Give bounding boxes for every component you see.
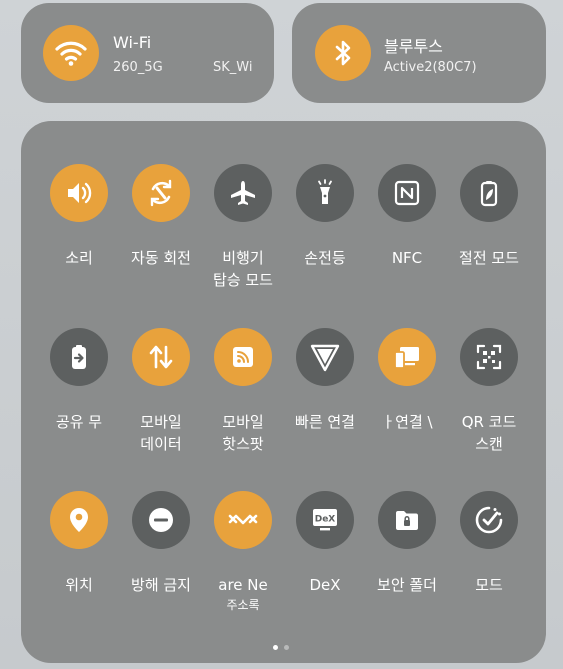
tile-airplane-mode[interactable]: 비행기 탑승 모드 xyxy=(202,164,284,291)
flashlight-icon[interactable] xyxy=(296,164,354,222)
tile-label: 보안 폴더 xyxy=(377,576,437,594)
tile-sound[interactable]: 소리 xyxy=(38,164,120,269)
tile-label: 모바일 핫스팟 xyxy=(222,413,264,453)
tile-mobile-hotspot[interactable]: 모바일 핫스팟 xyxy=(202,328,284,455)
tile-flashlight[interactable]: 손전등 xyxy=(284,164,366,269)
qr-scan-icon[interactable] xyxy=(460,328,518,386)
svg-text:DeX: DeX xyxy=(315,515,336,525)
do-not-disturb-icon[interactable] xyxy=(132,491,190,549)
tile-label: 모바일 데이터 xyxy=(140,413,182,453)
wifi-card[interactable]: Wi-Fi 260_5G SK_Wi xyxy=(21,3,274,103)
tile-sublabel: 주소록 xyxy=(226,598,260,612)
bluetooth-title: 블루투스 xyxy=(384,37,443,56)
nearby-share-icon[interactable] xyxy=(214,491,272,549)
tile-nfc[interactable]: NFC xyxy=(366,164,448,269)
tile-location[interactable]: 위치 xyxy=(38,491,120,596)
wifi-icon[interactable] xyxy=(43,25,99,81)
location-icon[interactable] xyxy=(50,491,108,549)
page-indicator xyxy=(273,645,289,650)
tile-label: QR 코드 스캔 xyxy=(461,413,517,453)
tile-modes[interactable]: 모드 xyxy=(448,491,530,596)
battery-share-icon[interactable] xyxy=(50,328,108,386)
auto-rotate-icon[interactable] xyxy=(132,164,190,222)
wifi-title: Wi-Fi xyxy=(113,33,152,52)
bluetooth-card[interactable]: 블루투스 Active2(80C7) xyxy=(292,3,546,103)
sound-icon[interactable] xyxy=(50,164,108,222)
tile-nearby-share[interactable]: are Ne 주소록 xyxy=(202,491,284,614)
tile-label: 비행기 탑승 모드 xyxy=(213,249,273,289)
hotspot-icon[interactable] xyxy=(214,328,272,386)
airplane-icon[interactable] xyxy=(214,164,272,222)
tile-power-saving[interactable]: 절전 모드 xyxy=(448,164,530,269)
mobile-data-icon[interactable] xyxy=(132,328,190,386)
tile-label: DeX xyxy=(309,576,341,594)
tile-battery-share[interactable]: 공유 무 xyxy=(38,328,120,433)
tile-label: are Ne xyxy=(218,576,268,594)
wifi-network-name-2: SK_Wi xyxy=(213,60,253,75)
power-saving-icon[interactable] xyxy=(460,164,518,222)
tile-do-not-disturb[interactable]: 방해 금지 xyxy=(120,491,202,596)
wifi-network-name: 260_5G xyxy=(113,60,163,75)
tile-label: 소리 xyxy=(65,249,93,267)
device-connect-icon[interactable] xyxy=(378,328,436,386)
quick-share-icon[interactable] xyxy=(296,328,354,386)
bluetooth-icon[interactable] xyxy=(315,25,371,81)
tile-label: 모드 xyxy=(475,576,503,594)
page-dot[interactable] xyxy=(284,645,289,650)
tile-label: 절전 모드 xyxy=(459,249,519,267)
tile-label: 방해 금지 xyxy=(131,576,191,594)
tile-label: ㅏ연결 \ xyxy=(381,413,433,431)
tile-qr-scan[interactable]: QR 코드 스캔 xyxy=(448,328,530,455)
tile-quick-share[interactable]: 빠른 연결 xyxy=(284,328,366,433)
modes-icon[interactable] xyxy=(460,491,518,549)
bluetooth-device-name: Active2(80C7) xyxy=(384,60,477,75)
tile-label: NFC xyxy=(391,249,423,267)
tile-label: 자동 회전 xyxy=(131,249,191,267)
secure-folder-icon[interactable] xyxy=(378,491,436,549)
tile-secure-folder[interactable]: 보안 폴더 xyxy=(366,491,448,596)
tile-dex[interactable]: DeX DeX xyxy=(284,491,366,596)
quick-settings-panel: 소리 자동 회전 비행기 탑승 모드 손전등 NFC 절전 모드 공유 무 모바… xyxy=(21,121,546,663)
tile-label: 손전등 xyxy=(304,249,346,267)
tile-label: 빠른 연결 xyxy=(295,413,355,431)
dex-icon[interactable]: DeX xyxy=(296,491,354,549)
tile-label: 위치 xyxy=(65,576,93,594)
tile-auto-rotate[interactable]: 자동 회전 xyxy=(120,164,202,269)
tile-device-connect[interactable]: ㅏ연결 \ xyxy=(366,328,448,433)
page-dot-current xyxy=(273,645,278,650)
nfc-icon[interactable] xyxy=(378,164,436,222)
tile-mobile-data[interactable]: 모바일 데이터 xyxy=(120,328,202,455)
tile-label: 공유 무 xyxy=(55,413,103,431)
